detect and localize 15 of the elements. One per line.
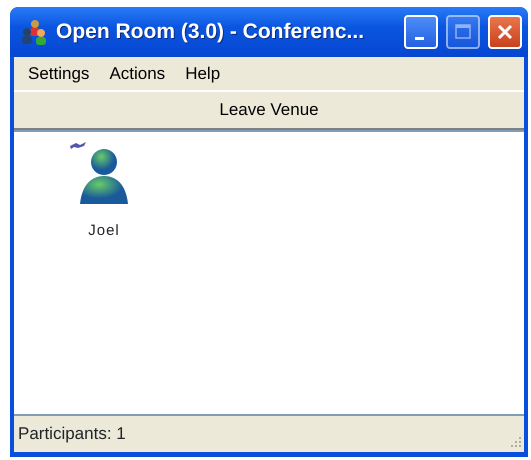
participant-name: Joel bbox=[88, 221, 120, 241]
close-button[interactable] bbox=[488, 15, 522, 49]
status-text: Participants: 1 bbox=[18, 423, 126, 446]
minimize-icon bbox=[414, 36, 424, 40]
maximize-icon bbox=[454, 23, 472, 41]
resize-grip-icon bbox=[508, 436, 522, 450]
maximize-button[interactable] bbox=[446, 15, 480, 49]
menu-item[interactable]: Help bbox=[175, 58, 230, 88]
menu-item[interactable]: Settings bbox=[18, 58, 100, 88]
menu-item[interactable]: Actions bbox=[99, 58, 176, 88]
minimize-button[interactable] bbox=[404, 15, 438, 49]
leave-venue-button[interactable]: Leave Venue bbox=[14, 90, 524, 130]
window-title: Open Room (3.0) - Conferenc... bbox=[56, 19, 366, 46]
people-icon bbox=[20, 18, 48, 46]
close-icon bbox=[496, 23, 514, 41]
